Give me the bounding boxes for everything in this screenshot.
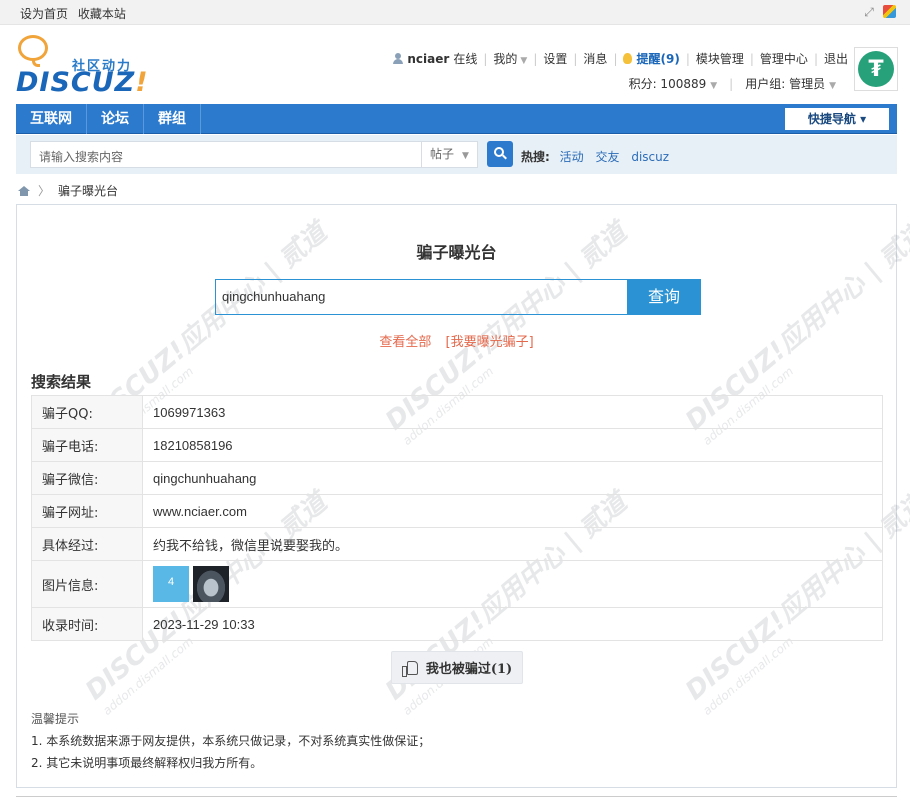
username-link[interactable]: nciaer [407,52,449,66]
chevron-down-icon: ▼ [710,81,718,91]
search-button[interactable] [487,141,513,167]
search-bar: 请输入搜索内容 帖子 ▼ 热搜: 活动 交友 discuz [16,135,897,174]
row-label: 骗子网址: [31,494,143,528]
nav-item-forum[interactable]: 论坛 [87,104,144,134]
set-homepage-link[interactable]: 设为首页 [20,7,68,21]
usergroup-menu[interactable]: 用户组: 管理员 ▼ [745,75,836,92]
row-label: 骗子QQ: [31,395,143,429]
points-menu[interactable]: 积分: 100889 ▼ [629,75,718,92]
admin-center-link[interactable]: 管理中心 [760,50,808,67]
logo-wordmark: DISCUZ! [16,67,149,98]
nav-item-groups[interactable]: 群组 [144,104,201,134]
fullscreen-icon[interactable]: ⤢ [861,4,877,20]
tips-line: 2. 其它未说明事项最终解释权归我方所有。 [31,756,263,770]
home-icon[interactable] [18,185,30,196]
messages-link[interactable]: 消息 [583,50,607,67]
user-bar: nciaer 在线 | 我的 ▼ | 设置 | 消息 | 提醒(9) | 模块管理… [393,50,848,67]
top-icons: ⤢ [861,4,896,20]
row-label: 图片信息: [31,560,143,608]
view-all-link[interactable]: 查看全部 [379,335,431,350]
row-label: 具体经过: [31,527,143,561]
query-input[interactable]: qingchunhuahang [215,279,628,315]
breadcrumb-current[interactable]: 骗子曝光台 [58,182,118,199]
row-label: 骗子电话: [31,428,143,462]
footer-divider [16,796,897,797]
quick-nav-button[interactable]: 快捷导航 ▾ [785,108,889,130]
chevron-down-icon: ▼ [520,56,528,66]
logo-bulb-icon [18,35,48,61]
hot-item-social[interactable]: 交友 [595,150,619,164]
row-label: 骗子微信: [31,461,143,495]
results-title: 搜索结果 [31,373,92,391]
row-value: 1069971363 [142,395,883,429]
row-value: 4 [142,560,883,608]
remind-link[interactable]: 提醒(9) [636,50,679,67]
image-thumbnail[interactable] [193,566,229,602]
top-links: 设为首页 收藏本站 [20,5,132,22]
tips-heading: 温馨提示 [31,712,80,726]
online-status[interactable]: 在线 [453,50,477,67]
hot-item-activity[interactable]: 活动 [560,150,584,164]
chevron-down-icon: ▼ [462,151,469,161]
tips-line: 1. 本系统数据来源于网友提供，本系统只做记录，不对系统真实性做保证； [31,734,431,748]
user-icon [393,53,404,64]
breadcrumb: 〉 骗子曝光台 [18,182,118,199]
logout-link[interactable]: 退出 [824,50,848,67]
table-row: 收录时间: 2023-11-29 10:33 [31,607,883,641]
theme-icon[interactable] [883,5,896,18]
image-thumbnail[interactable]: 4 [153,566,189,602]
row-value: qingchunhuahang [142,461,883,495]
search-input[interactable]: 请输入搜索内容 帖子 ▼ [30,141,478,168]
expose-scammer-link[interactable]: [我要曝光骗子] [446,335,534,350]
thumbs-up-icon [401,660,418,677]
row-value: www.nciaer.com [142,494,883,528]
row-label: 收录时间: [31,607,143,641]
main-content: DISCUZ!应用中心 | 贰道 addon.dismall.com DISCUZ… [16,204,910,788]
hot-searches: 热搜: 活动 交友 discuz [521,148,677,165]
bookmark-link[interactable]: 收藏本站 [78,7,126,21]
page-title: 骗子曝光台 [416,243,497,262]
top-bar: 设为首页 收藏本站 ⤢ [0,0,910,25]
user-stats: 积分: 100889 ▼ | 用户组: 管理员 ▼ [628,75,836,92]
chevron-down-icon: ▼ [829,81,836,91]
search-placeholder: 请输入搜索内容 [39,150,124,164]
hot-item-discuz[interactable]: discuz [631,150,669,164]
site-logo[interactable]: 社区动力 DISCUZ! [16,35,148,98]
tether-logo-icon: ₮ [858,51,894,87]
also-scammed-button[interactable]: 我也被骗过(1) [391,651,523,684]
table-row: 图片信息: 4 [31,560,883,608]
settings-link[interactable]: 设置 [543,50,567,67]
table-row: 骗子QQ: 1069971363 [31,395,883,429]
table-row: 骗子电话: 18210858196 [31,428,883,462]
caret-down-icon: ▾ [860,112,867,126]
query-links: 查看全部 [我要曝光骗子] [17,331,896,350]
main-nav: 互联网 论坛 群组 快捷导航 ▾ [16,104,897,134]
table-row: 骗子网址: www.nciaer.com [31,494,883,528]
row-value: 约我不给钱，微信里说要娶我的。 [142,527,883,561]
module-manage-link[interactable]: 模块管理 [696,50,744,67]
table-row: 骗子微信: qingchunhuahang [31,461,883,495]
search-type-select[interactable]: 帖子 ▼ [421,142,477,167]
query-button[interactable]: 查询 [627,279,701,315]
row-value: 2023-11-29 10:33 [142,607,883,641]
nav-item-internet[interactable]: 互联网 [16,104,87,134]
results-table: 骗子QQ: 1069971363 骗子电话: 18210858196 骗子微信:… [31,395,883,641]
hot-label: 热搜: [521,150,550,164]
breadcrumb-separator: 〉 [38,184,51,198]
tips-section: 温馨提示 1. 本系统数据来源于网友提供，本系统只做记录，不对系统真实性做保证；… [31,708,430,774]
table-row: 具体经过: 约我不给钱，微信里说要娶我的。 [31,527,883,561]
bulb-icon [623,53,633,64]
avatar[interactable]: ₮ [854,47,898,91]
my-menu[interactable]: 我的 ▼ [493,50,527,67]
row-value: 18210858196 [142,428,883,462]
